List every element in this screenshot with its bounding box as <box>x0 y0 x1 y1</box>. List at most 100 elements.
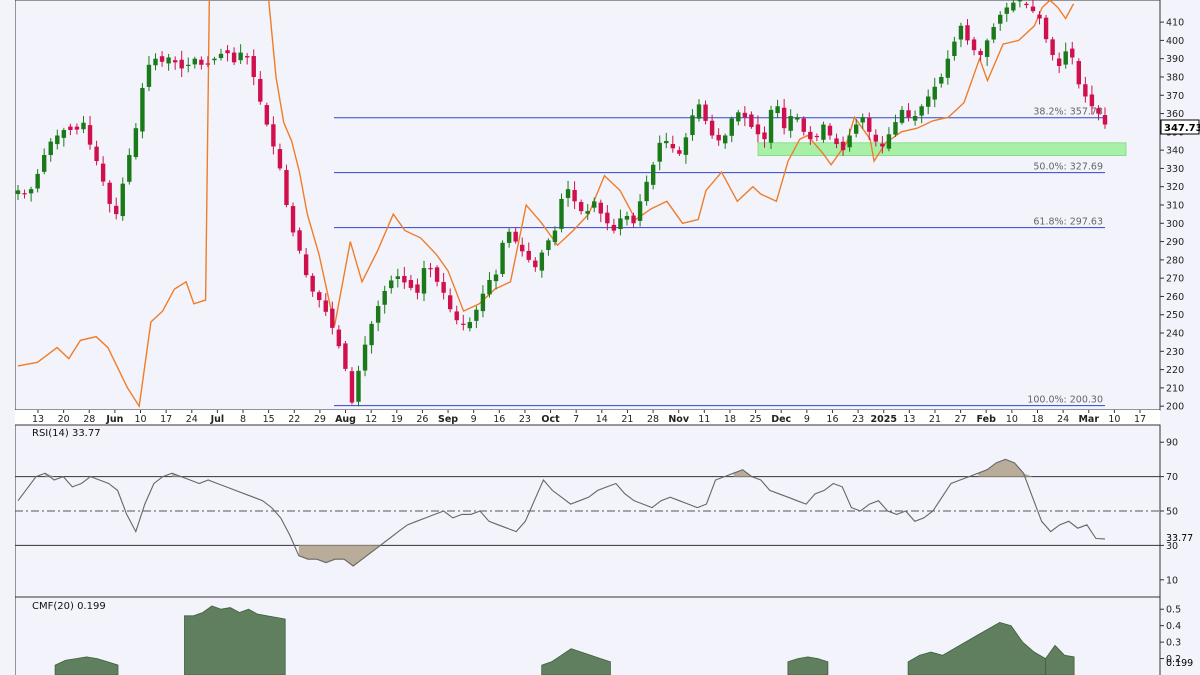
candle-body <box>68 126 73 131</box>
candle-body <box>146 64 152 87</box>
price-y-tick-label: 390 <box>1166 54 1184 65</box>
candle-body <box>218 53 224 59</box>
candle-body <box>984 40 990 57</box>
candle-body <box>716 134 721 141</box>
candle-body <box>690 115 695 136</box>
candle-body <box>487 279 492 295</box>
candle-body <box>434 267 440 282</box>
candle-body <box>1063 51 1068 65</box>
candle-body <box>1083 84 1088 97</box>
rsi-y-tick-label: 90 <box>1166 438 1178 449</box>
date-tick-label: Oct <box>541 414 560 425</box>
candle-body <box>28 189 34 194</box>
date-tick-label: 10 <box>134 414 146 425</box>
candle-body <box>480 293 486 312</box>
candle-body <box>572 190 577 202</box>
date-tick-label: 17 <box>1134 414 1146 425</box>
date-tick-label: 11 <box>698 414 710 425</box>
candle-body <box>382 290 387 305</box>
candle-body <box>939 76 944 84</box>
candle-body <box>81 122 86 130</box>
date-tick-label: 26 <box>416 414 428 425</box>
candle-body <box>998 14 1003 24</box>
date-tick-label: 29 <box>314 414 326 425</box>
date-tick-label: 18 <box>724 414 736 425</box>
candle-body <box>277 149 283 169</box>
candle-body <box>723 135 728 144</box>
candle-body <box>945 58 951 78</box>
candle-body <box>264 105 270 125</box>
candle-body <box>899 109 905 123</box>
price-y-tick-label: 330 <box>1166 164 1184 175</box>
price-y-axis: 200 210 220 230 240 250 260 270 280 290 300 310 320 3… <box>1160 18 1184 413</box>
cmf-last-value: 0.199 <box>1166 658 1193 669</box>
candle-body <box>873 134 879 142</box>
candle-body <box>461 323 466 325</box>
date-tick-label: 16 <box>826 414 838 425</box>
price-y-tick-label: 240 <box>1166 329 1184 340</box>
candle-body <box>474 309 479 321</box>
candle-body <box>664 140 669 144</box>
candle-body <box>258 78 263 102</box>
date-tick-label: 10 <box>1006 414 1018 425</box>
date-tick-label: 21 <box>929 414 941 425</box>
date-tick-label: 13 <box>903 414 915 425</box>
candle-body <box>526 250 531 260</box>
candle-body <box>762 132 767 140</box>
candle-body <box>919 106 924 116</box>
date-tick-label: Sep <box>438 414 458 425</box>
date-tick-label: 25 <box>750 414 762 425</box>
candle-body <box>592 201 597 208</box>
candle-body <box>153 58 158 66</box>
candle-body <box>696 104 702 119</box>
candle-body <box>22 193 27 195</box>
rsi-y-tick-label: 50 <box>1166 507 1178 518</box>
date-tick-label: 12 <box>365 414 377 425</box>
candle-body <box>650 164 656 185</box>
price-y-tick-label: 260 <box>1166 292 1184 303</box>
candle-body <box>605 212 610 224</box>
candle-body <box>192 58 198 65</box>
chart-stage: 38.2%: 357.73 50.0%: 327.69 61.8%: 297.63 1… <box>0 0 1200 675</box>
candle-body <box>644 181 649 202</box>
fib-label: 61.8%: 297.63 <box>1033 217 1103 228</box>
candle-body <box>801 118 806 132</box>
candle-body <box>1056 58 1062 67</box>
candle-body <box>15 190 21 195</box>
price-y-tick-label: 220 <box>1166 365 1184 376</box>
last-price-label: 347.73 <box>1164 123 1200 134</box>
candle-body <box>55 135 60 145</box>
candle-body <box>271 124 276 147</box>
candle-body <box>742 112 748 118</box>
date-tick-label: 20 <box>58 414 70 425</box>
candle-body <box>736 112 741 122</box>
candle-body <box>389 280 394 289</box>
rsi-y-tick-label: 70 <box>1166 472 1178 483</box>
candle-body <box>840 141 846 151</box>
candle-body <box>310 275 315 292</box>
candle-body <box>415 284 420 293</box>
date-tick-label: 22 <box>288 414 300 425</box>
candle-body <box>1102 115 1108 125</box>
candle-body <box>356 370 361 402</box>
date-tick-label: 2025 <box>870 414 896 425</box>
candle-body <box>585 211 590 214</box>
price-y-tick-label: 230 <box>1166 347 1184 358</box>
candle-body <box>598 202 603 214</box>
candle-body <box>965 25 970 41</box>
candle-body <box>1070 48 1075 58</box>
date-tick-label: 23 <box>852 414 864 425</box>
candle-body <box>61 130 67 138</box>
price-y-tick-label: 370 <box>1166 91 1184 102</box>
candle-body <box>1004 7 1009 14</box>
candle-body <box>284 170 289 205</box>
candle-body <box>100 163 106 182</box>
date-tick-label: Feb <box>977 414 997 425</box>
candle-body <box>847 135 852 148</box>
candle-body <box>958 25 964 40</box>
candle-body <box>362 344 368 371</box>
candle-body <box>238 52 243 61</box>
price-y-tick-label: 290 <box>1166 237 1184 248</box>
candle-body <box>520 244 525 252</box>
candle-body <box>631 215 636 224</box>
